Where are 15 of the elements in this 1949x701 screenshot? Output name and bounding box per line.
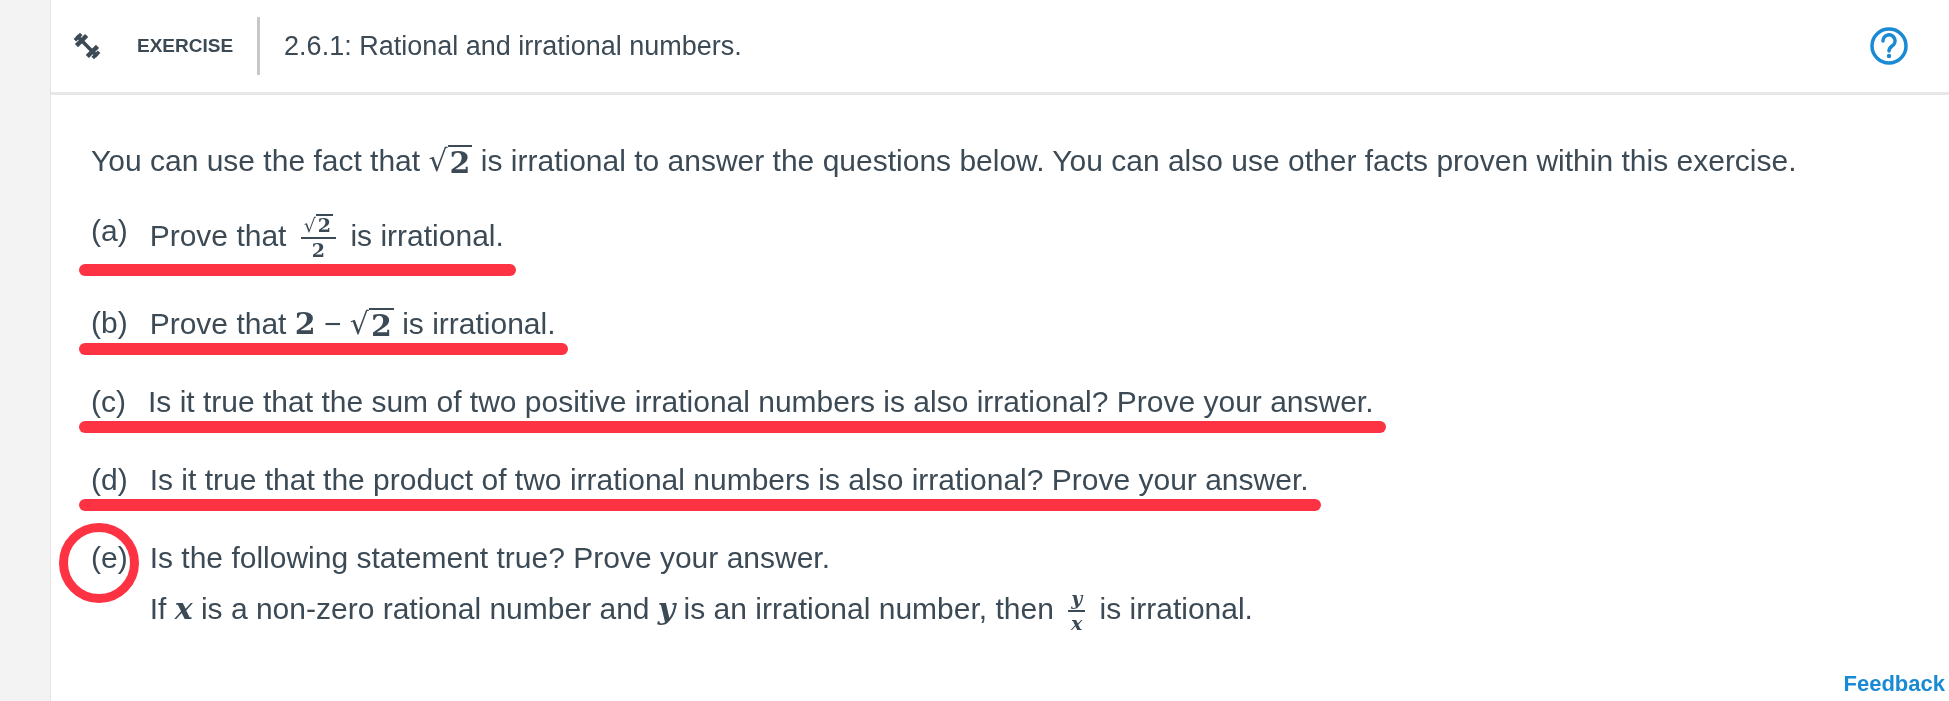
part-label: (a) [91,214,128,249]
part-label: (d) [91,463,128,497]
intro-text: You can use the fact that √2 is irrational to answer the questions below. You can also use other facts proven within this exercise. [91,143,1798,178]
question-text: Prove that √2 2 is irrational. [149,214,504,262]
question-text: Is it true that the sum of two positive irrational numbers is also irrational? Prove your answer. [148,385,1374,419]
part-label: (b) [91,306,128,341]
question-text: Prove that 2 − √2 is irrational. [149,306,556,341]
exercise-title: 2.6.1: Rational and irrational numbers. [284,30,743,62]
question-text: Is the following statement true? Prove your answer. [149,541,832,575]
part-label: (e) [91,541,128,576]
part-label: (c) [91,385,126,419]
question-text: Is it true that the product of two irrational numbers is also irrational? Prove your answer. [149,463,1309,497]
exercise-label: EXERCISE [137,35,234,57]
help-icon[interactable] [1869,26,1909,66]
feedback-link[interactable]: Feedback [1843,671,1945,697]
